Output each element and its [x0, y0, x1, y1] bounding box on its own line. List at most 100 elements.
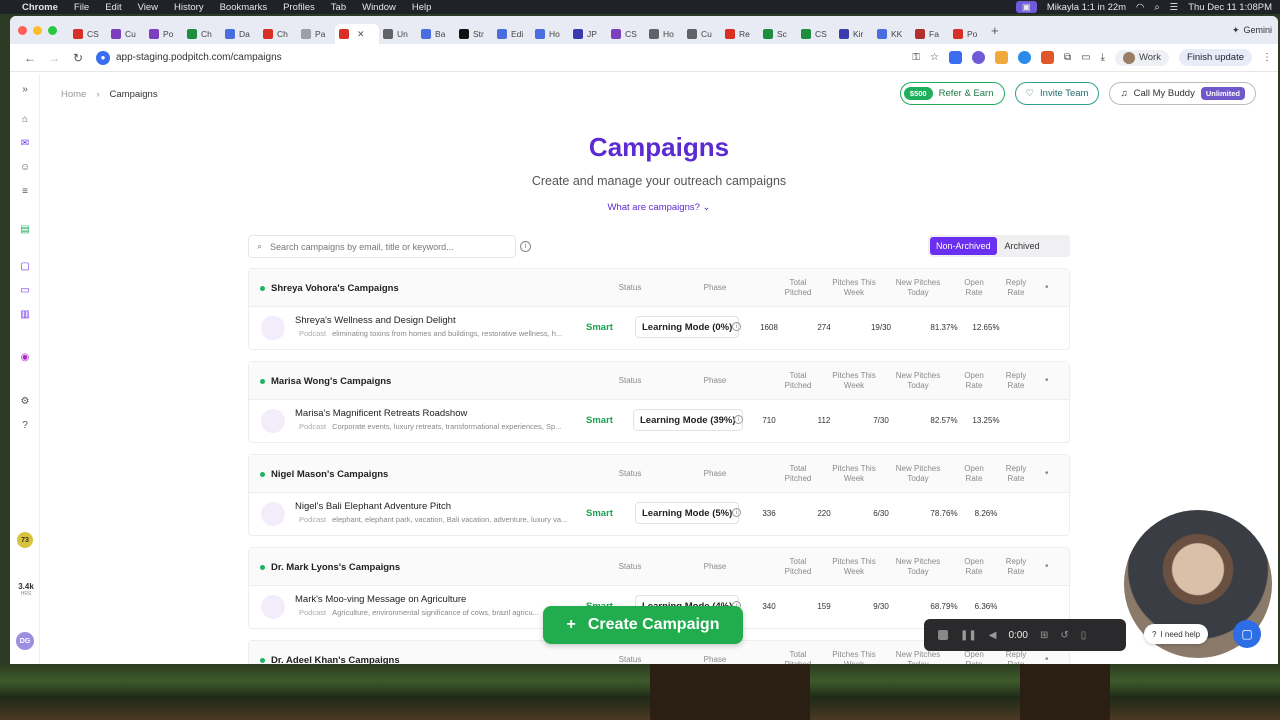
gift-icon[interactable]: ▤ [19, 224, 31, 236]
browser-tab[interactable]: Ho [645, 24, 683, 44]
browser-tab[interactable]: JP [569, 24, 607, 44]
menu-tab[interactable]: Tab [331, 2, 346, 13]
phase-info-icon[interactable]: i [734, 415, 743, 424]
browser-tab[interactable]: Un [379, 24, 417, 44]
close-window-icon[interactable] [18, 25, 27, 35]
profile-button[interactable]: Work [1114, 49, 1169, 66]
restart-icon[interactable]: ↺ [1060, 630, 1068, 641]
phase-info-icon[interactable]: i [732, 322, 741, 331]
gemini-button[interactable]: ✦ Gemini [1232, 25, 1272, 36]
search-icon[interactable]: ⌕ [1154, 2, 1159, 13]
screen-share-icon[interactable]: ▣ [1015, 1, 1037, 13]
campaign-title[interactable]: Nigel's Bali Elephant Adventure Pitch [295, 501, 451, 512]
chat-launcher-icon[interactable]: ▢ [1233, 620, 1261, 648]
browser-tab[interactable]: Ch [259, 24, 297, 44]
group-menu-dot[interactable]: • [1045, 655, 1049, 665]
menu-history[interactable]: History [174, 2, 204, 13]
extension-icon[interactable] [1017, 51, 1031, 64]
group-owner-name[interactable]: Shreya Vohora's Campaigns [271, 283, 399, 294]
browser-tab[interactable]: Ho [531, 24, 569, 44]
campaign-title[interactable]: Shreya's Wellness and Design Delight [295, 315, 456, 326]
extension-icon[interactable] [994, 51, 1008, 64]
help-button[interactable]: ? I need help [1144, 624, 1209, 644]
search-input[interactable]: ⌕ Search campaigns by email, title or ke… [248, 235, 516, 258]
user-avatar[interactable]: DG [16, 632, 34, 650]
score-badge[interactable]: 73 [17, 532, 33, 548]
info-icon[interactable]: i [520, 241, 531, 252]
bookmark-star-icon[interactable]: ☆ [930, 52, 939, 63]
invite-team-button[interactable]: ♡ Invite Team [1014, 82, 1100, 105]
breadcrumb-home[interactable]: Home [61, 89, 86, 100]
phase-pill[interactable]: Learning Mode (5%) [635, 502, 740, 524]
group-owner-name[interactable]: Dr. Mark Lyons's Campaigns [271, 562, 400, 573]
calendar-meeting[interactable]: Mikayla 1:1 in 22m [1047, 2, 1126, 13]
chart-icon[interactable]: ▥ [19, 309, 31, 321]
browser-tab[interactable]: CS [797, 24, 835, 44]
chat-icon[interactable]: ▢ [19, 261, 31, 273]
trash-icon[interactable]: ▯ [1081, 630, 1087, 641]
campaign-row[interactable]: Shreya's Wellness and Design Delight Podc… [249, 307, 1069, 349]
phase-pill[interactable]: Learning Mode (0%) [635, 316, 740, 338]
menu-window[interactable]: Window [362, 2, 396, 13]
download-icon[interactable]: ⤓ [1101, 52, 1105, 63]
browser-tab[interactable]: Fa [911, 24, 949, 44]
zoom-window-icon[interactable] [48, 25, 57, 35]
group-menu-dot[interactable]: • [1045, 469, 1049, 479]
browser-tab[interactable]: Sc [759, 24, 797, 44]
browser-tab[interactable]: CS [607, 24, 645, 44]
address-bar[interactable]: ● app-staging.podpitch.com/campaigns [96, 47, 896, 69]
browser-tab[interactable]: Da [221, 24, 259, 44]
group-owner-name[interactable]: Nigel Mason's Campaigns [271, 469, 388, 480]
menu-app[interactable]: Chrome [22, 2, 58, 13]
target-icon[interactable]: ◉ [19, 352, 31, 364]
menu-file[interactable]: File [74, 2, 89, 13]
group-menu-dot[interactable]: • [1045, 562, 1049, 572]
what-are-campaigns-link[interactable]: What are campaigns? ⌄ [10, 202, 1278, 213]
extension-icon[interactable] [948, 51, 962, 64]
campaign-title[interactable]: Mark's Moo-ving Message on Agriculture [295, 594, 466, 605]
forward-icon[interactable]: → [42, 51, 66, 65]
extension-icon[interactable] [1040, 51, 1054, 64]
browser-tab[interactable]: Po [145, 24, 183, 44]
browser-tab[interactable]: Cu [683, 24, 721, 44]
menu-view[interactable]: View [138, 2, 158, 13]
create-campaign-button[interactable]: + Create Campaign [543, 606, 743, 644]
control-center-icon[interactable]: ☰ [1170, 2, 1179, 13]
sidebar-icon[interactable]: ▭ [1081, 52, 1090, 63]
menu-edit[interactable]: Edit [105, 2, 121, 13]
minimize-window-icon[interactable] [33, 25, 42, 35]
kebab-menu-icon[interactable]: ⋮ [1262, 52, 1272, 63]
browser-tab[interactable]: Edi [493, 24, 531, 44]
url-text[interactable]: app-staging.podpitch.com/campaigns [116, 52, 282, 63]
extension-icon[interactable] [971, 51, 985, 64]
card-icon[interactable]: ▭ [19, 285, 31, 297]
finish-update-button[interactable]: Finish update [1178, 49, 1252, 66]
campaign-row[interactable]: Marisa's Magnificent Retreats Roadshow Po… [249, 400, 1069, 442]
reload-icon[interactable]: ↻ [66, 51, 90, 65]
archived-tab[interactable]: Archived [997, 237, 1048, 255]
expand-chevron-icon[interactable]: » [19, 84, 31, 96]
browser-tab[interactable]: Pa [297, 24, 335, 44]
browser-tab[interactable]: KK [873, 24, 911, 44]
browser-tab[interactable]: Re [721, 24, 759, 44]
group-owner-name[interactable]: Dr. Adeel Khan's Campaigns [271, 655, 400, 664]
close-tab-icon[interactable]: ✕ [357, 29, 365, 40]
people-icon[interactable]: ☺ [19, 162, 31, 174]
campaign-title[interactable]: Marisa's Magnificent Retreats Roadshow [295, 408, 467, 419]
menu-help[interactable]: Help [412, 2, 432, 13]
browser-tab[interactable]: Str [455, 24, 493, 44]
phase-pill[interactable]: Learning Mode (39%) [633, 409, 743, 431]
new-tab-button[interactable]: + [991, 23, 999, 38]
campaign-row[interactable]: Nigel's Bali Elephant Adventure Pitch Pod… [249, 493, 1069, 535]
browser-tab[interactable]: Cu [107, 24, 145, 44]
non-archived-tab[interactable]: Non-Archived [930, 237, 997, 255]
password-key-icon[interactable]: ⚿ [912, 52, 920, 63]
group-owner-name[interactable]: Marisa Wong's Campaigns [271, 376, 391, 387]
back-icon[interactable]: ← [18, 51, 42, 65]
home-icon[interactable]: ⌂ [19, 114, 31, 126]
menubar-clock[interactable]: Thu Dec 11 1:08PM [1188, 2, 1272, 13]
grid-icon[interactable]: ⊞ [1040, 630, 1048, 641]
group-menu-dot[interactable]: • [1045, 376, 1049, 386]
help-icon[interactable]: ? [19, 420, 31, 432]
menu-profiles[interactable]: Profiles [283, 2, 315, 13]
